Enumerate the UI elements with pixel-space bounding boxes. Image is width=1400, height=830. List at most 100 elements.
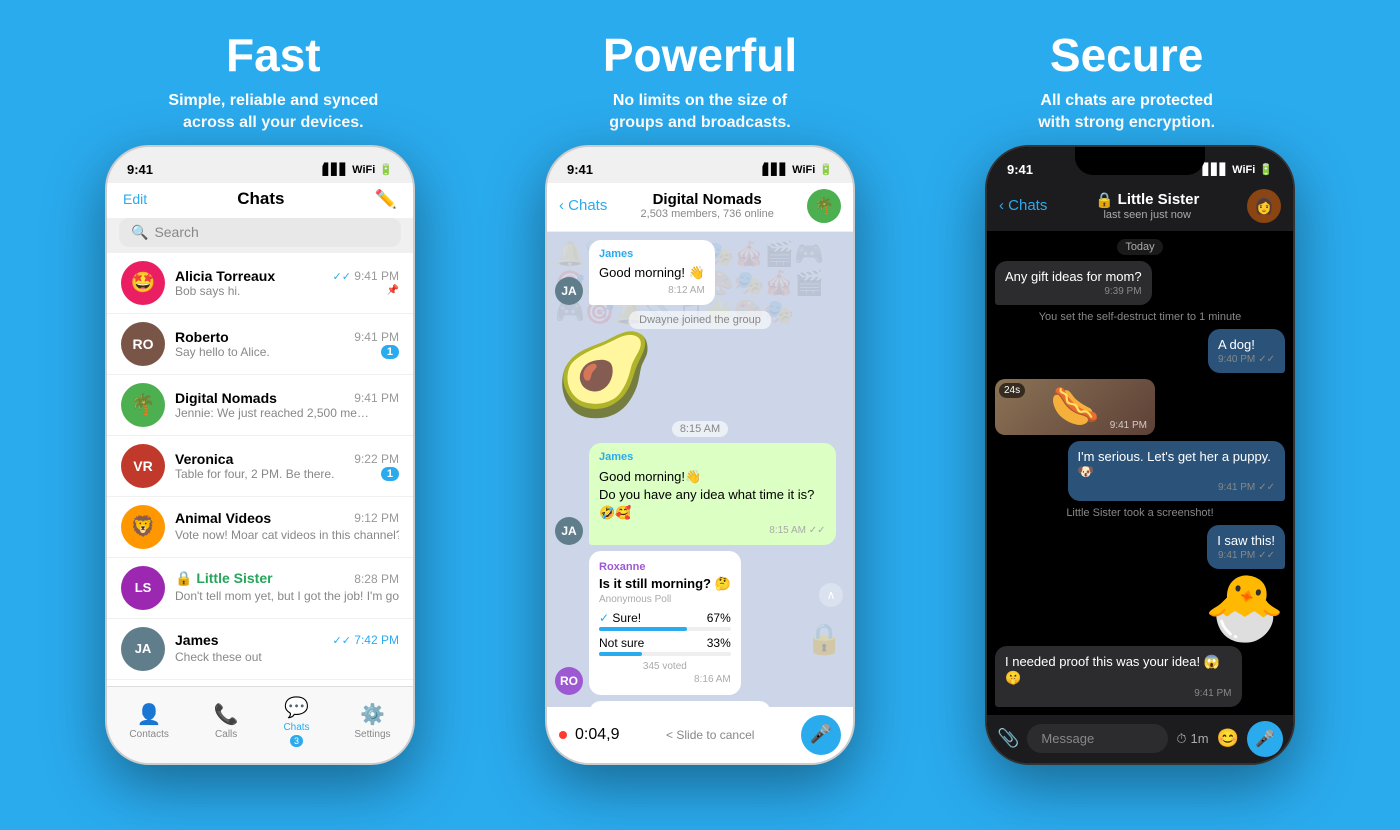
group-chat-title: Digital Nomads (615, 191, 799, 208)
phone-1-inner: 9:41 ▋▋▋ WiFi 🔋 Edit Chats ✏️ 🔍 Search (107, 147, 413, 763)
chat-header: ‹ Chats Digital Nomads 2,503 members, 73… (547, 183, 853, 232)
tab-chats[interactable]: 💬 Chats 3 (283, 695, 309, 747)
back-button[interactable]: ‹ Chats (559, 197, 607, 214)
msg-bubble-dark-out: I'm serious. Let's get her a puppy. 🐶 9:… (1068, 441, 1286, 501)
timer-label: 1m (1191, 731, 1209, 746)
list-item[interactable]: 🦁 Animal Videos 9:12 PM Vote now! Moar c… (107, 497, 413, 558)
msg-text: I saw this! (1217, 533, 1275, 548)
edit-chats-button[interactable]: Edit (123, 191, 147, 207)
msg-text: A dog! (1218, 337, 1255, 352)
msg-text: I'm serious. Let's get her a puppy. 🐶 (1078, 449, 1271, 479)
tab-contacts[interactable]: 👤 Contacts (129, 702, 168, 740)
time-3: 9:41 (1007, 162, 1033, 177)
record-dot (559, 731, 567, 739)
chat-preview: Say hello to Alice. (175, 345, 270, 359)
chat-time: 9:41 PM (354, 330, 399, 344)
sender-avatar: RO (555, 667, 583, 695)
chat-info: Veronica 9:22 PM Table for four, 2 PM. B… (175, 451, 399, 481)
phone-1: 9:41 ▋▋▋ WiFi 🔋 Edit Chats ✏️ 🔍 Search (105, 145, 415, 765)
secure-subtitle: All chats are protectedwith strong encry… (927, 90, 1327, 135)
powerful-title: Powerful (500, 28, 900, 82)
msg-time: 9:40 PM ✓✓ (1218, 354, 1275, 365)
voice-bubble: Emma ▶ (589, 701, 771, 706)
tab-contacts-label: Contacts (129, 729, 168, 740)
poll-sender: Roxanne (599, 561, 731, 573)
wifi-icon: WiFi (352, 164, 375, 176)
message-row: EM Emma ▶ (555, 701, 845, 706)
compose-button[interactable]: ✏️ (375, 189, 397, 210)
tab-calls[interactable]: 📞 Calls (214, 702, 239, 740)
poll-option-text: ✓ Sure! (599, 611, 641, 625)
bottom-tabs: 👤 Contacts 📞 Calls 💬 Chats 3 ⚙️ Settings (107, 686, 413, 763)
chats-icon: 💬 (284, 695, 309, 720)
list-item[interactable]: RO Roberto 9:41 PM Say hello to Alice. 1 (107, 314, 413, 375)
record-time: 0:04,9 (575, 726, 619, 744)
msg-bubble-dark-in: Any gift ideas for mom? 9:39 PM (995, 261, 1152, 305)
chat-info: Alicia Torreaux ✓✓ 9:41 PM Bob says hi. … (175, 268, 399, 298)
chat-time: ✓✓ 7:42 PM (333, 633, 399, 647)
avatar: JA (121, 627, 165, 671)
list-item[interactable]: JA James ✓✓ 7:42 PM Check these out (107, 619, 413, 680)
chat-preview: Check these out (175, 650, 262, 664)
chat-info: Digital Nomads 9:41 PM Jennie: We just r… (175, 390, 399, 420)
wifi-icon: WiFi (792, 164, 815, 176)
status-icons-2: ▋▋▋ WiFi 🔋 (763, 163, 833, 176)
poll-option-text: Not sure (599, 636, 644, 650)
msg-bubble-dark-out: A dog! 9:40 PM ✓✓ (1208, 329, 1285, 373)
emoji-button[interactable]: 😊 (1217, 728, 1239, 749)
badge: 1 (381, 345, 399, 359)
avatar: 🦁 (121, 505, 165, 549)
chats-nav: Edit Chats ✏️ (107, 183, 413, 218)
mic-button-dark[interactable]: 🎤 (1247, 721, 1283, 757)
mic-button[interactable]: 🎤 (801, 715, 841, 755)
photo-message: 🌭 24s 9:41 PM (995, 379, 1155, 435)
time-1: 9:41 (127, 162, 153, 177)
list-item[interactable]: 🤩 Alicia Torreaux ✓✓ 9:41 PM Bob says hi… (107, 253, 413, 314)
tab-calls-label: Calls (215, 729, 237, 740)
contacts-icon: 👤 (137, 702, 162, 727)
back-button-dark[interactable]: ‹ Chats (999, 197, 1047, 214)
phone-2: 9:41 ▋▋▋ WiFi 🔋 ‹ Chats Digital Nomads 2… (545, 145, 855, 765)
status-icons-3: ▋▋▋ WiFi 🔋 (1203, 163, 1273, 176)
chat-time: 8:28 PM (354, 572, 399, 586)
search-bar[interactable]: 🔍 Search (119, 218, 401, 247)
time-label: 8:15 AM (672, 421, 728, 437)
system-message-dark: Little Sister took a screenshot! (1066, 507, 1213, 519)
timer-badge: 24s (999, 383, 1025, 398)
chat-name-row: Alicia Torreaux ✓✓ 9:41 PM (175, 268, 399, 284)
dark-header-info: 🔒 Little Sister last seen just now (1053, 191, 1241, 221)
check-icon: ✓✓ (1258, 482, 1275, 493)
list-item[interactable]: VR Veronica 9:22 PM Table for four, 2 PM… (107, 436, 413, 497)
badge: 1 (381, 467, 399, 481)
poll-option[interactable]: ✓ Sure! 67% (599, 611, 731, 631)
attach-button[interactable]: 📎 (997, 728, 1019, 749)
message-input[interactable]: Message (1027, 724, 1168, 753)
group-avatar[interactable]: 🌴 (807, 189, 841, 223)
timer-control[interactable]: ⏱ 1m (1176, 731, 1208, 747)
chat-time: 9:12 PM (354, 511, 399, 525)
poll-check-icon: ✓ (599, 611, 609, 625)
signal-icon: ▋▋▋ (1203, 163, 1228, 176)
dark-chat-subtitle: last seen just now (1053, 209, 1241, 221)
msg-text: Good morning! 👋 (599, 264, 705, 282)
chat-name: Veronica (175, 451, 233, 467)
msg-time: 9:41 PM ✓✓ (1078, 482, 1276, 493)
msg-time: 8:16 AM (599, 674, 731, 685)
message-row: JA James Good morning!👋Do you have any i… (555, 443, 845, 545)
message-row: JA James Good morning! 👋 8:12 AM (555, 240, 845, 306)
poll-type: Anonymous Poll (599, 594, 731, 605)
poll-option[interactable]: Not sure 33% (599, 636, 731, 656)
chat-name-text: Little Sister (1118, 191, 1200, 208)
msg-time: 8:15 AM ✓✓ (599, 524, 826, 538)
chat-name: Roberto (175, 329, 229, 345)
photo-time: 9:41 PM (1110, 420, 1147, 431)
list-item[interactable]: LS 🔒 Little Sister 8:28 PM Don't tell mo… (107, 558, 413, 619)
user-avatar[interactable]: 👩 (1247, 189, 1281, 223)
msg-text: Good morning!👋Do you have any idea what … (599, 468, 826, 523)
msg-time: 9:41 PM (1005, 688, 1232, 699)
dark-chat-header: ‹ Chats 🔒 Little Sister last seen just n… (987, 183, 1293, 231)
chat-header-info: Digital Nomads 2,503 members, 736 online (615, 191, 799, 220)
tab-settings[interactable]: ⚙️ Settings (354, 702, 390, 740)
list-item[interactable]: 🌴 Digital Nomads 9:41 PM Jennie: We just… (107, 375, 413, 436)
chat-name: Alicia Torreaux (175, 268, 275, 284)
